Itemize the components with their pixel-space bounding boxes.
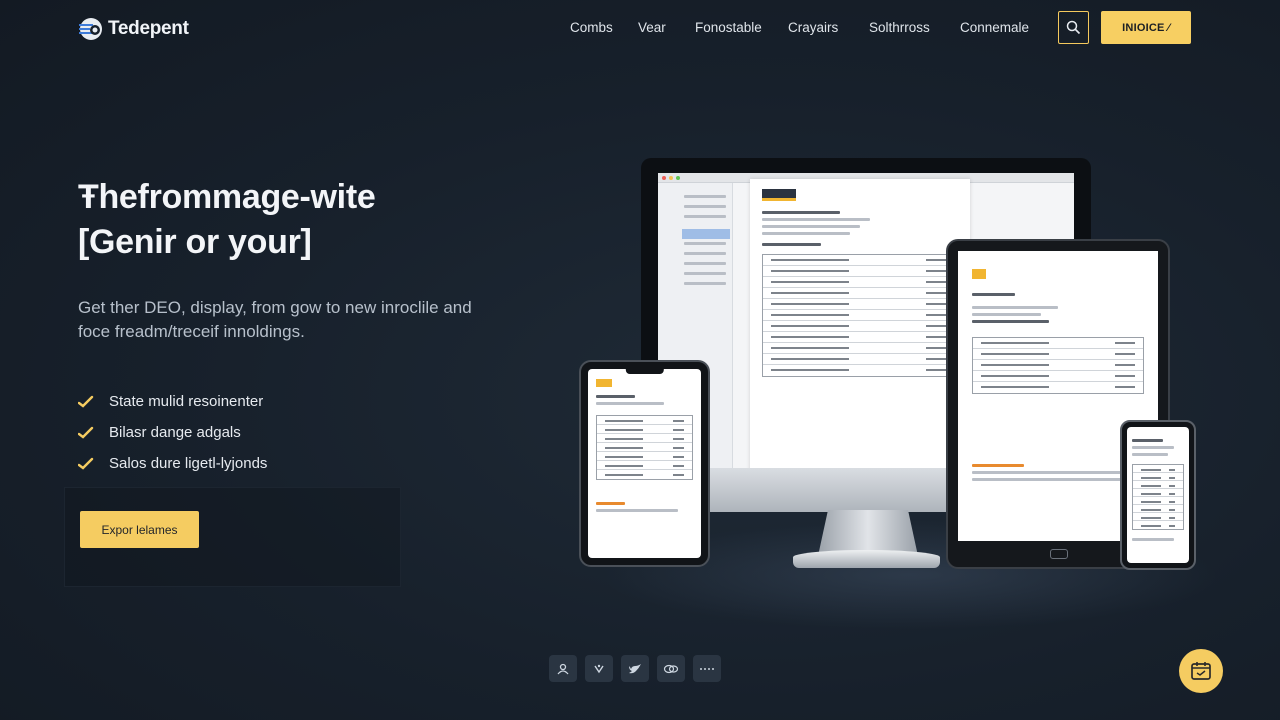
brand-name: Tedepent bbox=[108, 18, 189, 39]
person-icon[interactable] bbox=[549, 655, 577, 682]
hero-subtitle: Get ther DEO, display, from gow to new i… bbox=[78, 298, 472, 341]
check-icon bbox=[78, 426, 98, 440]
calendar-chat-button[interactable] bbox=[1179, 649, 1223, 693]
feature-item: State mulid resoinenter bbox=[78, 386, 267, 417]
phone-screen-right bbox=[1127, 427, 1189, 563]
phone-screen-left bbox=[588, 369, 701, 558]
tablet-home-button bbox=[1050, 549, 1068, 559]
monitor-base bbox=[793, 550, 940, 568]
dots-icon[interactable] bbox=[693, 655, 721, 682]
feature-list: State mulid resoinenter Bilasr dange adg… bbox=[78, 386, 267, 479]
nav-item-connemale[interactable]: Connemale bbox=[960, 20, 1029, 35]
feature-label: Salos dure ligetl-lyjonds bbox=[109, 455, 268, 472]
hero-title: Ŧhefrommage-wite [Genir or your] bbox=[78, 175, 376, 265]
feature-label: Bilasr dange adgals bbox=[109, 424, 241, 441]
social-links bbox=[549, 655, 721, 682]
hero-title-line2: [Genir or your] bbox=[78, 223, 312, 261]
nav-item-crayairs[interactable]: Crayairs bbox=[788, 20, 838, 35]
calendar-chat-icon bbox=[1191, 662, 1211, 680]
hero-title-line1: Ŧhefrommage-wite bbox=[78, 178, 376, 216]
check-icon bbox=[78, 395, 98, 409]
feature-item: Bilasr dange adgals bbox=[78, 417, 267, 448]
link-icon[interactable] bbox=[585, 655, 613, 682]
phone-mockup-left bbox=[579, 360, 710, 567]
search-button[interactable] bbox=[1058, 11, 1089, 44]
nav-item-fonostable[interactable]: Fonostable bbox=[695, 20, 762, 35]
nav-item-combs[interactable]: Combs bbox=[570, 20, 613, 35]
invoice-button[interactable]: INIOICE ⁄ bbox=[1101, 11, 1191, 44]
search-icon bbox=[1066, 20, 1081, 35]
brand-logo[interactable]: Tedepent bbox=[78, 16, 189, 42]
invoice-document bbox=[750, 179, 970, 510]
check-icon bbox=[78, 457, 98, 471]
explore-button[interactable]: Expor lelames bbox=[80, 511, 199, 548]
phone-mockup-right bbox=[1120, 420, 1196, 570]
feature-item: Salos dure ligetl-lyjonds bbox=[78, 448, 267, 479]
feature-label: State mulid resoinenter bbox=[109, 393, 264, 410]
nav-item-vear[interactable]: Vear bbox=[638, 20, 666, 35]
logo-icon bbox=[78, 16, 104, 42]
chat-bubbles-icon[interactable] bbox=[657, 655, 685, 682]
nav-item-solthrross[interactable]: Solthrross bbox=[869, 20, 930, 35]
twitter-icon[interactable] bbox=[621, 655, 649, 682]
